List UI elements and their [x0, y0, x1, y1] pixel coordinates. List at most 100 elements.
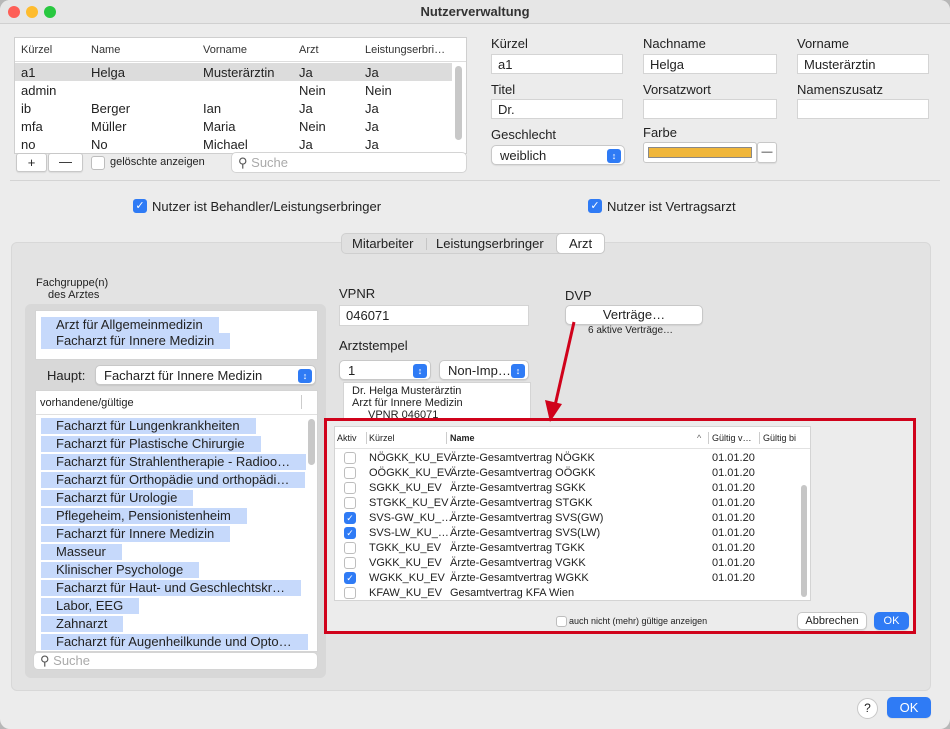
dialog-ok-button[interactable]: OK [874, 612, 909, 630]
contract-active-checkbox[interactable] [344, 542, 356, 554]
contract-kuerzel: VGKK_KU_EV [369, 557, 442, 569]
titel-field[interactable]: Dr. [491, 99, 623, 119]
remove-color-button[interactable]: — [757, 142, 777, 163]
fachgruppe-list-item[interactable]: Facharzt für Innere Medizin [41, 526, 231, 542]
table-row[interactable]: a1 Helga Musterärztin Ja Ja [15, 64, 452, 82]
namenszusatz-label: Namenszusatz [797, 82, 883, 97]
contract-row[interactable]: ✓ SVS-LW_KU_… Ärzte-Gesamtvertrag SVS(LW) 0… [335, 526, 805, 541]
contract-row[interactable]: ✓ SVS-GW_KU_… Ärzte-Gesamtvertrag SVS(GW) 0… [335, 511, 805, 526]
fachgruppe-list-item[interactable]: Zahnarzt [41, 616, 124, 632]
table-row[interactable]: mfa Müller Maria Nein Ja [15, 118, 452, 136]
column-header-leistungserbringer[interactable]: Leistungserbri… [365, 44, 445, 56]
column-header-vorname[interactable]: Vorname [203, 44, 247, 56]
fachgruppe-list-item[interactable]: Masseur [41, 544, 122, 560]
fachgruppe-list-item[interactable]: Facharzt für Plastische Chirurgie [41, 436, 261, 452]
arztstempel-type-select[interactable]: Non-Imp… ↕ [439, 360, 529, 380]
fachgruppe-list-item[interactable]: Facharzt für Orthopädie und orthopädi… [41, 472, 306, 488]
contracts-vertical-scrollbar[interactable] [801, 485, 807, 597]
fachgruppe-scrollbar[interactable] [308, 419, 315, 465]
help-button[interactable]: ? [857, 698, 878, 719]
nachname-field[interactable]: Helga [643, 54, 777, 74]
vorsatzwort-field[interactable] [643, 99, 777, 119]
contract-active-checkbox[interactable] [344, 587, 356, 599]
contract-row[interactable]: STGKK_KU_EV Ärzte-Gesamtvertrag STGKK 01.0… [335, 496, 805, 511]
contract-active-checkbox[interactable] [344, 452, 356, 464]
fachgruppe-search-placeholder: Suche [53, 653, 91, 668]
namenszusatz-field[interactable] [797, 99, 929, 119]
column-header-gueltig-bis[interactable]: Gültig bi [763, 433, 796, 443]
fachgruppe-tag[interactable]: Arzt für Allgemeinmedizin [41, 317, 219, 333]
contract-name: Ärzte-Gesamtvertrag SGKK [450, 482, 586, 494]
contract-name: Ärzte-Gesamtvertrag WGKK [450, 572, 589, 584]
arztstempel-number-select[interactable]: 1 ↕ [339, 360, 431, 380]
contracts-dialog: Aktiv Kürzel Name ^ Gültig v… Gültig bi … [324, 418, 916, 634]
fachgruppe-list-item[interactable]: Labor, EEG [41, 598, 140, 614]
contract-row[interactable]: NÖGKK_KU_EV Ärzte-Gesamtvertrag NÖGKK 01.0… [335, 451, 805, 466]
vpnr-label: VPNR [339, 286, 376, 301]
remove-user-button[interactable]: — [48, 153, 83, 172]
contract-active-checkbox[interactable] [344, 467, 356, 479]
contract-active-checkbox[interactable]: ✓ [344, 527, 356, 539]
contract-kuerzel: SVS-GW_KU_… [369, 512, 453, 524]
kuerzel-field[interactable]: a1 [491, 54, 623, 74]
column-header-arzt[interactable]: Arzt [299, 44, 319, 56]
fachgruppe-list-item[interactable]: Facharzt für Urologie [41, 490, 194, 506]
user-search-placeholder: Suche [251, 155, 289, 170]
fachgruppe-list-item[interactable]: Facharzt für Lungenkrankheiten [41, 418, 256, 434]
geschlecht-select[interactable]: weiblich ↕ [491, 145, 625, 165]
table-cell: Michael [203, 137, 248, 152]
contract-active-checkbox[interactable] [344, 497, 356, 509]
behandler-checkbox[interactable]: ✓ [133, 199, 147, 213]
vertragsarzt-checkbox[interactable]: ✓ [588, 199, 602, 213]
table-row[interactable]: admin Nein Nein [15, 82, 452, 100]
fachgruppe-search-field[interactable]: ⚲ Suche [33, 652, 318, 670]
contract-active-checkbox[interactable]: ✓ [344, 512, 356, 524]
column-header-kuerzel[interactable]: Kürzel [369, 433, 395, 443]
arztstempel-preview[interactable]: Dr. Helga Musterärztin Arzt für Innere M… [343, 382, 531, 419]
column-header-name[interactable]: Name [91, 44, 120, 56]
contract-active-checkbox[interactable]: ✓ [344, 572, 356, 584]
fachgruppe-list-item[interactable]: Facharzt für Augenheilkunde und Opto… [41, 634, 308, 650]
user-search-field[interactable]: ⚲ Suche [231, 152, 467, 173]
arztstempel-type: Non-Imp… [448, 363, 511, 378]
show-invalid-checkbox[interactable] [556, 616, 567, 627]
contract-row[interactable]: KFAW_KU_EV Gesamtvertrag KFA Wien [335, 586, 805, 600]
sort-ascending-icon: ^ [697, 433, 702, 443]
contract-active-checkbox[interactable] [344, 557, 356, 569]
column-header-aktiv[interactable]: Aktiv [337, 433, 357, 443]
user-table-scrollbar[interactable] [455, 66, 462, 140]
haupt-select[interactable]: Facharzt für Innere Medizin ↕ [95, 365, 316, 385]
show-deleted-checkbox[interactable] [91, 156, 105, 170]
fachgruppe-tag[interactable]: Facharzt für Innere Medizin [41, 333, 231, 349]
column-header-kuerzel[interactable]: Kürzel [21, 44, 52, 56]
kuerzel-label: Kürzel [491, 36, 528, 51]
tab-arzt[interactable]: Arzt [556, 233, 605, 254]
contract-row[interactable]: ✓ WGKK_KU_EV Ärzte-Gesamtvertrag WGKK 01.01… [335, 571, 805, 586]
tab-leistungserbringer[interactable]: Leistungserbringer [436, 236, 544, 251]
vpnr-field[interactable]: 046071 [339, 305, 529, 326]
fachgruppe-list-item[interactable]: Facharzt für Strahlentherapie - Radioo… [41, 454, 307, 470]
add-user-button[interactable]: + [16, 153, 47, 172]
dvp-label: DVP [565, 288, 592, 303]
fachgruppe-list-item[interactable]: Pflegeheim, Pensionistenheim [41, 508, 247, 524]
table-cell: Nein [365, 83, 392, 98]
table-cell: Ja [299, 65, 313, 80]
farbe-label: Farbe [643, 125, 677, 140]
cancel-button[interactable]: Abbrechen [797, 612, 867, 630]
chevron-updown-icon: ↕ [511, 364, 525, 378]
table-row[interactable]: ib Berger Ian Ja Ja [15, 100, 452, 118]
column-header-gueltig-von[interactable]: Gültig v… [712, 433, 752, 443]
tab-mitarbeiter[interactable]: Mitarbeiter [352, 236, 413, 251]
fachgruppe-list-item[interactable]: Klinischer Psychologe [41, 562, 200, 578]
column-header-name[interactable]: Name [450, 433, 475, 443]
contract-row[interactable]: SGKK_KU_EV Ärzte-Gesamtvertrag SGKK 01.01.… [335, 481, 805, 496]
contract-row[interactable]: TGKK_KU_EV Ärzte-Gesamtvertrag TGKK 01.01.… [335, 541, 805, 556]
column-divider [301, 395, 302, 409]
fachgruppe-list-item[interactable]: Facharzt für Haut- und Geschlechtskr… [41, 580, 302, 596]
vorname-field[interactable]: Musterärztin [797, 54, 929, 74]
ok-button[interactable]: OK [887, 697, 931, 718]
contract-active-checkbox[interactable] [344, 482, 356, 494]
contract-row[interactable]: OÖGKK_KU_EV Ärzte-Gesamtvertrag OÖGKK 01.0… [335, 466, 805, 481]
contract-row[interactable]: VGKK_KU_EV Ärzte-Gesamtvertrag VGKK 01.01.… [335, 556, 805, 571]
color-well[interactable] [643, 142, 757, 163]
